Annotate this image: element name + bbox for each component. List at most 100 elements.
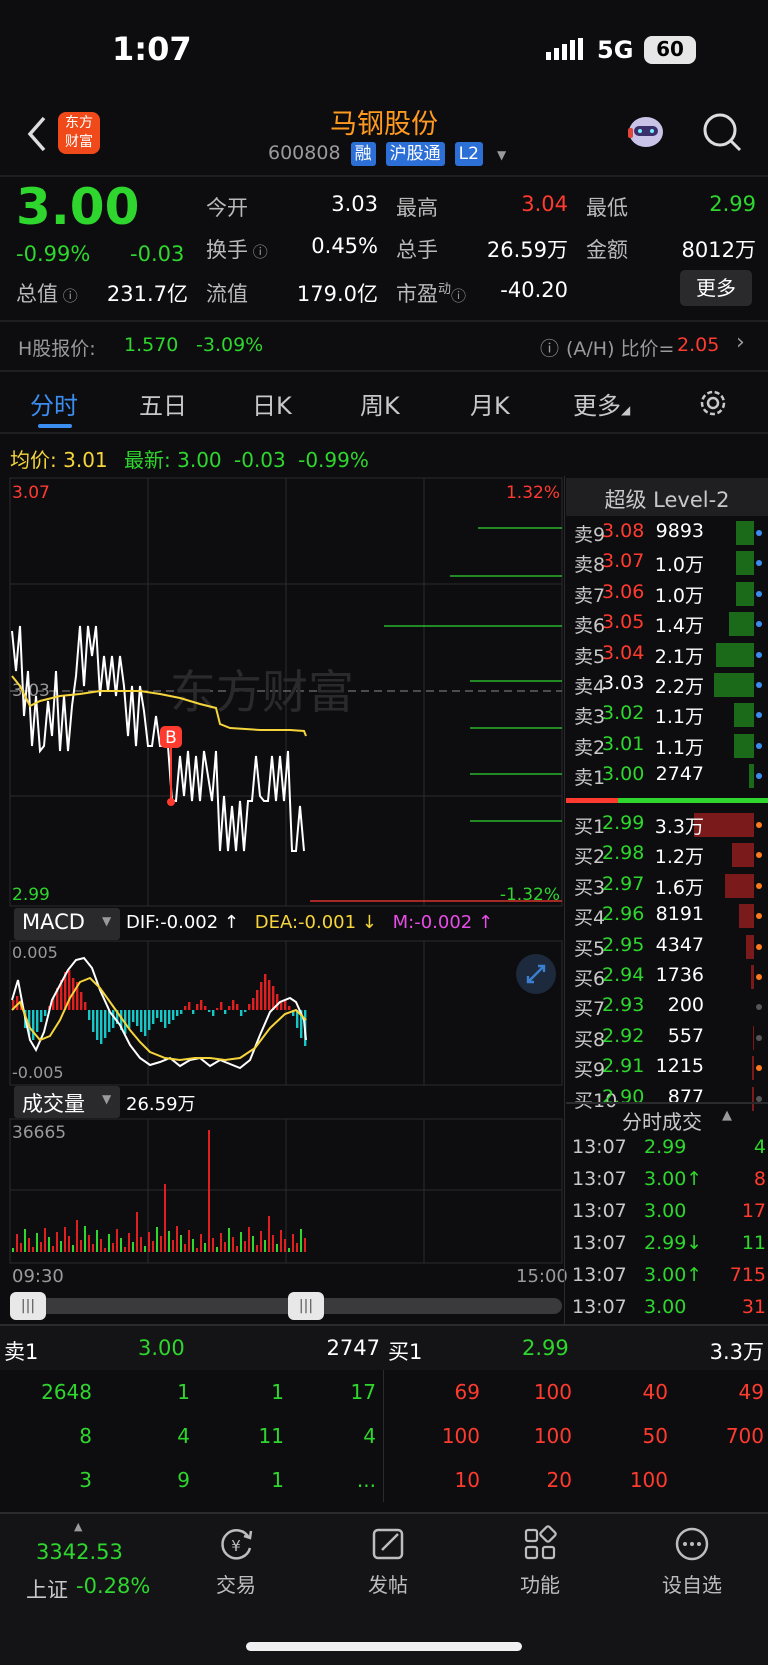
ask-row[interactable]: 卖7 3.06 1.0万 [572, 579, 768, 609]
bid-row[interactable]: 买5 2.95 4347 [572, 932, 768, 962]
macd-selector[interactable]: MACD ▼ [14, 908, 120, 940]
nav-functions-label: 功能 [520, 1573, 560, 1597]
info-icon[interactable]: ⓘ [248, 243, 268, 261]
info-icon[interactable]: ⓘ [58, 287, 78, 305]
bid-row[interactable]: 买7 2.93 200 [572, 992, 768, 1022]
chevron-down-icon[interactable]: ▼ [497, 148, 506, 162]
volume-label: 总手 [396, 238, 438, 262]
ask-row[interactable]: 卖3 3.02 1.1万 [572, 700, 768, 730]
bid-ask-ratio-bar [566, 798, 768, 803]
volume-bar [140, 1237, 142, 1252]
volume-bar [128, 1233, 130, 1252]
trade-price: 3.00 [644, 1200, 687, 1222]
ask-row[interactable]: 卖9 3.08 9893 [572, 518, 768, 548]
nav-post[interactable]: 发帖 [328, 1524, 448, 1598]
bid-row[interactable]: 买2 2.98 1.2万 [572, 840, 768, 870]
range-slider-right-handle[interactable]: ||| [288, 1292, 324, 1320]
volume-bar [136, 1212, 138, 1252]
pe-label[interactable]: 市盈动ⓘ [396, 278, 466, 308]
pct-top-label: 1.32% [506, 483, 560, 503]
bid-row[interactable]: 买8 2.92 557 [572, 1023, 768, 1053]
bid-label: 买4 [574, 907, 606, 930]
y-bottom-label: 2.99 [12, 885, 50, 905]
ask-row[interactable]: 卖1 3.00 2747 [572, 761, 768, 791]
robot-assistant-icon[interactable] [624, 110, 668, 154]
dropdown-icon: ▼ [102, 914, 112, 928]
chevron-up-icon[interactable]: ▲ [722, 1108, 732, 1123]
macd-bar [276, 994, 279, 1010]
volume-chart[interactable]: 36665 [0, 1118, 564, 1266]
more-button[interactable]: 更多 [680, 270, 752, 306]
buy-queue-cell: 49 [738, 1380, 764, 1404]
macd-selector-label: MACD [22, 910, 85, 934]
trades-header[interactable]: 分时成交 ▲ [566, 1106, 768, 1134]
tab-monthly-k[interactable]: 月K [470, 386, 510, 421]
nav-watchlist[interactable]: 设自选 [632, 1524, 752, 1598]
nav-functions[interactable]: 功能 [480, 1524, 600, 1598]
order-dot-icon [756, 590, 762, 597]
level2-header[interactable]: 超级 Level-2 [566, 478, 768, 516]
buy-queue-cell: 100 [629, 1468, 668, 1492]
volume-bar [732, 843, 754, 868]
trade-volume: 31 [741, 1296, 766, 1318]
ask-row[interactable]: 卖2 3.01 1.1万 [572, 731, 768, 761]
volume-selector[interactable]: 成交量 ▼ [14, 1086, 120, 1118]
macd-bar [80, 992, 83, 1010]
high-label: 最高 [396, 196, 438, 220]
tab-five-day[interactable]: 五日 [139, 386, 187, 421]
buy-queue-cell: 69 [454, 1380, 480, 1404]
ask-row[interactable]: 卖4 3.03 2.2万 [572, 670, 768, 700]
order-dot-icon [756, 1034, 762, 1041]
tab-more[interactable]: 更多◢ [573, 386, 630, 421]
volume-bar [292, 1234, 294, 1252]
info-icon[interactable]: ⓘ [451, 287, 466, 305]
chevron-right-icon[interactable]: › [736, 330, 745, 355]
trade-volume: 8 [753, 1168, 766, 1190]
ask-volume: 9893 [655, 520, 704, 542]
mcap-label[interactable]: 总值 ⓘ [16, 278, 78, 308]
search-icon[interactable] [700, 110, 744, 154]
volume-total: 26.59万 [126, 1094, 196, 1115]
bid-row[interactable]: 买3 2.97 1.6万 [572, 871, 768, 901]
macd-bar [112, 1010, 115, 1028]
ask-label: 卖5 [574, 645, 606, 668]
order-dot-icon [756, 682, 762, 688]
volume-bar [80, 1240, 82, 1252]
ask-row[interactable]: 卖5 3.04 2.1万 [572, 640, 768, 670]
macd-bar [212, 1010, 215, 1016]
tab-intraday[interactable]: 分时 [30, 386, 78, 421]
settings-gear-icon[interactable] [696, 386, 730, 420]
range-slider-track[interactable] [12, 1298, 562, 1314]
bid-row[interactable]: 买4 2.96 8191 [572, 901, 768, 931]
macd-bar [216, 1008, 219, 1010]
trade-price: 3.00 [644, 1296, 687, 1318]
expand-icon[interactable] [516, 954, 556, 994]
macd-chart[interactable]: 0.005 -0.005 [0, 940, 564, 1086]
macd-bar [268, 980, 271, 1010]
ask-row[interactable]: 卖6 3.05 1.4万 [572, 609, 768, 639]
bid-row[interactable]: 买6 2.94 1736 [572, 962, 768, 992]
range-slider-left-handle[interactable]: ||| [10, 1292, 46, 1320]
volume-bar [228, 1228, 230, 1252]
turnover-label[interactable]: 换手 ⓘ [206, 234, 268, 264]
buy-queue-cell: 40 [642, 1380, 668, 1404]
macd-bar [244, 1010, 247, 1012]
volume-bar [88, 1235, 90, 1252]
volume-bar [168, 1231, 170, 1252]
nav-trade[interactable]: ¥ 交易 [176, 1524, 296, 1598]
low-value: 2.99 [709, 192, 756, 216]
bid-row[interactable]: 买1 2.99 3.3万 [572, 810, 768, 840]
ask-row[interactable]: 卖8 3.07 1.0万 [572, 548, 768, 578]
tab-daily-k[interactable]: 日K [252, 386, 292, 421]
bid-row[interactable]: 买9 2.91 1215 [572, 1053, 768, 1083]
help-icon[interactable]: ⓘ [540, 334, 559, 361]
ask-label: 卖8 [574, 554, 606, 577]
macd-bar [188, 1002, 191, 1010]
stock-code: 600808 [268, 142, 341, 164]
tab-weekly-k[interactable]: 周K [360, 386, 400, 421]
trade-time: 13:07 [572, 1136, 627, 1158]
index-ticker[interactable]: ▲ 3342.53 上证 -0.28% [0, 1514, 160, 1604]
hshare-row[interactable]: H股报价: 1.570 -3.09% ⓘ (A/H) 比价= 2.05 › [0, 322, 768, 370]
volume-bar [100, 1239, 102, 1252]
macd-bar [140, 1010, 143, 1032]
